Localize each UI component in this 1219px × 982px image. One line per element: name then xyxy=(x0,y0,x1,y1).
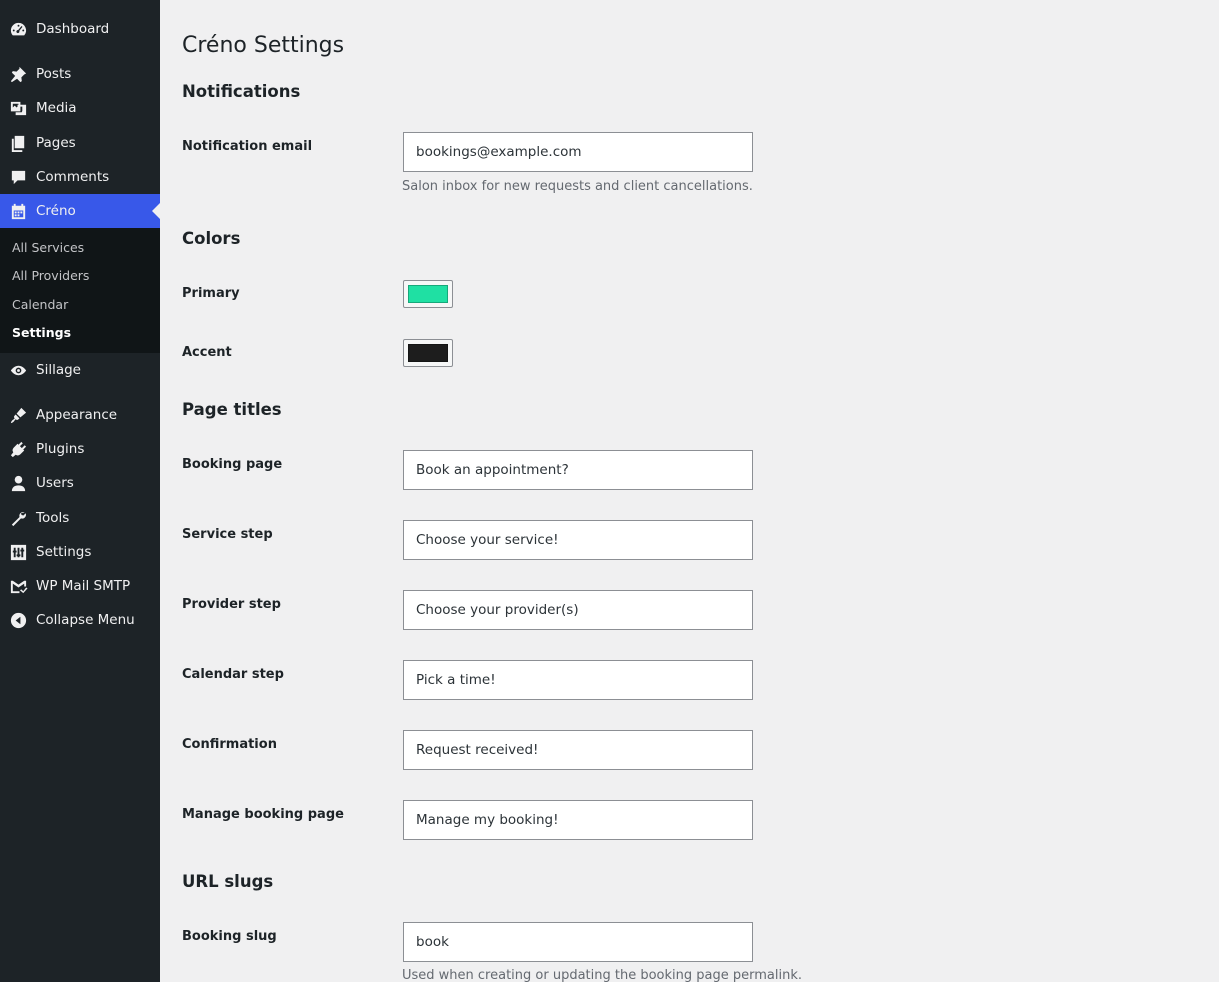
sidebar-item-plugins[interactable]: Plugins xyxy=(0,432,160,466)
eye-icon xyxy=(0,353,36,387)
sidebar-item-label: Settings xyxy=(36,544,92,560)
sidebar-item-appearance[interactable]: Appearance xyxy=(0,398,160,432)
sidebar-item-label: Posts xyxy=(36,66,72,82)
sidebar-item-label: Créno xyxy=(36,203,76,219)
section-title-colors: Colors xyxy=(182,229,241,248)
manage-booking-title-label: Manage booking page xyxy=(182,807,344,822)
booking-page-title-input[interactable]: Book an appointment? xyxy=(403,450,753,490)
primary-color-swatch xyxy=(408,285,448,303)
settings-page: Créno Settings Notifications Notificatio… xyxy=(160,0,1219,982)
pushpin-icon xyxy=(0,57,36,91)
sliders-icon xyxy=(0,535,36,569)
section-title-url-slugs: URL slugs xyxy=(182,872,274,891)
sidebar-item-dashboard[interactable]: Dashboard xyxy=(0,12,160,46)
page-title: Créno Settings xyxy=(182,33,345,58)
confirmation-title-input[interactable]: Request received! xyxy=(403,730,753,770)
booking-slug-description: Used when creating or updating the booki… xyxy=(402,968,802,982)
primary-color-picker[interactable] xyxy=(403,280,453,308)
dashboard-icon xyxy=(0,12,36,46)
media-icon xyxy=(0,91,36,125)
sidebar-item-posts[interactable]: Posts xyxy=(0,57,160,91)
sidebar-item-media[interactable]: Media xyxy=(0,91,160,125)
comment-icon xyxy=(0,160,36,194)
sidebar-item-comments[interactable]: Comments xyxy=(0,160,160,194)
booking-slug-input[interactable]: book xyxy=(403,922,753,962)
calendar-step-title-input[interactable]: Pick a time! xyxy=(403,660,753,700)
accent-color-picker[interactable] xyxy=(403,339,453,367)
sidebar-item-label: Dashboard xyxy=(36,21,110,37)
sidebar-item-sillage[interactable]: Sillage xyxy=(0,353,160,387)
current-indicator xyxy=(152,203,160,219)
section-title-page-titles: Page titles xyxy=(182,400,282,419)
primary-color-label: Primary xyxy=(182,286,240,301)
provider-step-title-input[interactable]: Choose your provider(s) xyxy=(403,590,753,630)
sidebar-item-label: Plugins xyxy=(36,441,85,457)
admin-sidebar: Dashboard Posts Media Pages Comments Cré… xyxy=(0,0,160,982)
calendar-icon xyxy=(0,194,36,228)
notification-email-description: Salon inbox for new requests and client … xyxy=(402,179,753,194)
sidebar-item-label: Appearance xyxy=(36,407,118,423)
sidebar-item-label: Collapse Menu xyxy=(36,612,135,628)
sidebar-item-tools[interactable]: Tools xyxy=(0,501,160,535)
section-title-notifications: Notifications xyxy=(182,82,301,101)
sidebar-item-label: Pages xyxy=(36,135,76,151)
user-icon xyxy=(0,466,36,500)
service-step-title-input[interactable]: Choose your service! xyxy=(403,520,753,560)
confirmation-title-label: Confirmation xyxy=(182,737,277,752)
submenu-item-calendar[interactable]: Calendar xyxy=(12,297,68,312)
notification-email-label: Notification email xyxy=(182,139,313,154)
calendar-step-title-label: Calendar step xyxy=(182,667,284,682)
sidebar-item-pages[interactable]: Pages xyxy=(0,126,160,160)
wrench-icon xyxy=(0,501,36,535)
submenu-item-all-providers[interactable]: All Providers xyxy=(12,268,89,283)
manage-booking-title-input[interactable]: Manage my booking! xyxy=(403,800,753,840)
sidebar-item-label: Comments xyxy=(36,169,110,185)
sidebar-item-label: WP Mail SMTP xyxy=(36,578,131,594)
collapse-icon xyxy=(0,603,36,637)
collapse-menu-button[interactable]: Collapse Menu xyxy=(0,603,160,637)
booking-slug-label: Booking slug xyxy=(182,929,277,944)
accent-color-label: Accent xyxy=(182,345,232,360)
pages-icon xyxy=(0,126,36,160)
provider-step-title-label: Provider step xyxy=(182,597,281,612)
sidebar-item-settings[interactable]: Settings xyxy=(0,535,160,569)
sidebar-item-label: Users xyxy=(36,475,74,491)
booking-page-title-label: Booking page xyxy=(182,457,283,472)
notification-email-input[interactable]: bookings@example.com xyxy=(403,132,753,172)
sidebar-item-users[interactable]: Users xyxy=(0,466,160,500)
submenu-item-all-services[interactable]: All Services xyxy=(12,240,84,255)
mail-icon xyxy=(0,569,36,603)
service-step-title-label: Service step xyxy=(182,527,273,542)
sidebar-item-label: Tools xyxy=(36,510,70,526)
paintbrush-icon xyxy=(0,398,36,432)
accent-color-swatch xyxy=(408,344,448,362)
submenu-item-settings[interactable]: Settings xyxy=(12,325,71,340)
sidebar-item-wp-mail-smtp[interactable]: WP Mail SMTP xyxy=(0,569,160,603)
sidebar-item-label: Media xyxy=(36,100,77,116)
sidebar-item-creno[interactable]: Créno xyxy=(0,194,160,228)
plug-icon xyxy=(0,432,36,466)
creno-submenu: All Services All Providers Calendar Sett… xyxy=(0,228,160,353)
sidebar-item-label: Sillage xyxy=(36,362,81,378)
